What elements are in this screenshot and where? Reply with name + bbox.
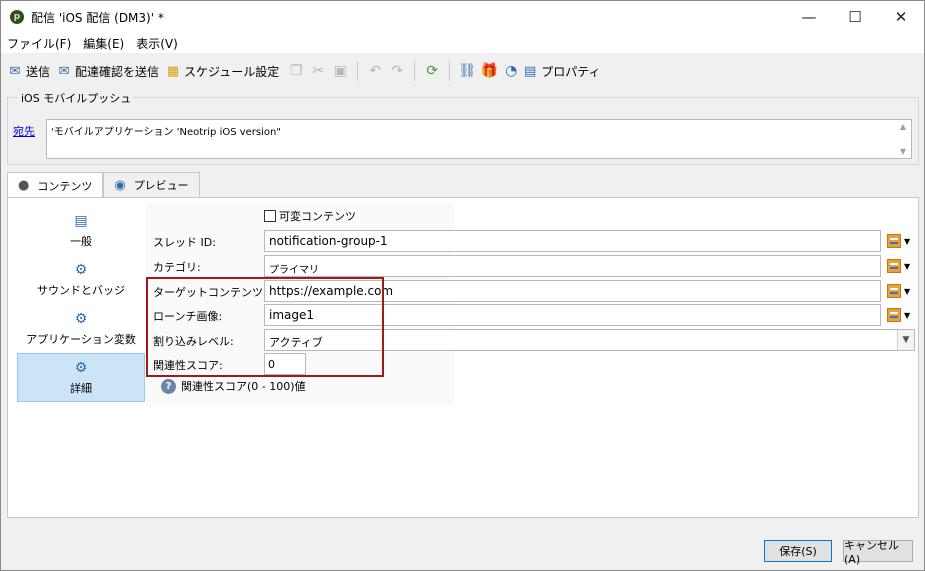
cut-icon[interactable]: ✂	[307, 61, 329, 81]
tracking-icon[interactable]: ◔	[500, 61, 522, 81]
toolbar: ✉ 送信 ✉ 配達確認を送信 ▦ スケジュール設定 ❐ ✂ ▣ ↶ ↷ ⟳ ⛓ …	[1, 56, 924, 86]
gift-icon[interactable]: 🎁	[478, 61, 500, 81]
send-proof-button[interactable]: ✉ 配達確認を送信	[56, 63, 159, 80]
paste-icon[interactable]: ▣	[329, 61, 351, 81]
undo-icon[interactable]: ↶	[364, 61, 386, 81]
gears-icon: ⚙	[74, 261, 88, 278]
personalization-icon[interactable]	[887, 284, 901, 298]
redo-icon[interactable]: ↷	[386, 61, 408, 81]
to-link[interactable]: 宛先	[13, 123, 35, 139]
category-input[interactable]: プライマリ	[264, 255, 881, 277]
toolbar-separator	[449, 61, 451, 81]
chevron-down-icon[interactable]: ▼	[904, 311, 910, 320]
question-icon: ?	[161, 378, 176, 394]
envelope-check-icon: ✉	[58, 63, 70, 79]
eye-icon: ◉	[114, 177, 126, 193]
to-scrollbar[interactable]: ▲ ▼	[895, 120, 911, 158]
clipboard-icon: ▤	[74, 212, 88, 229]
personalization-icon[interactable]	[887, 259, 901, 273]
chevron-down-icon[interactable]: ▼	[904, 237, 910, 246]
sidebar-item-app-variables[interactable]: ⚙ アプリケーション変数	[17, 304, 145, 353]
send-label: 送信	[26, 64, 51, 79]
tab-content-label: コンテンツ	[37, 179, 93, 193]
mutable-content-checkbox[interactable]: 可変コンテンツ	[264, 208, 356, 224]
sidebar-item-label: サウンドとバッジ	[37, 283, 125, 297]
clipboard-icon: ▤	[524, 63, 537, 79]
chevron-down-icon[interactable]: ▼	[904, 287, 910, 296]
calendar-icon: ▦	[166, 63, 180, 79]
gears-icon: ⚙	[74, 359, 88, 376]
sidebar: ▤ 一般 ⚙ サウンドとバッジ ⚙ アプリケーション変数 ⚙ 詳細	[17, 206, 145, 402]
envelope-icon: ✉	[9, 63, 21, 79]
mutable-content-label: 可変コンテンツ	[279, 210, 356, 223]
gears-icon: ⚙	[74, 310, 88, 327]
menu-file[interactable]: ファイル(F)	[1, 35, 77, 52]
window-title: 配信 'iOS 配信 (DM3)' *	[31, 10, 164, 25]
help-row: ? 関連性スコア(0 - 100)値	[161, 378, 306, 394]
thread-id-picker[interactable]: ▼	[887, 233, 913, 249]
menu-edit[interactable]: 編集(E)	[77, 35, 130, 52]
toolbar-separator	[414, 61, 416, 81]
cancel-button[interactable]: キャンセル(A)	[843, 539, 913, 566]
minimize-button[interactable]: —	[786, 1, 832, 32]
chevron-down-icon[interactable]: ▼	[904, 262, 910, 271]
sidebar-item-advanced[interactable]: ⚙ 詳細	[17, 353, 145, 402]
scroll-down-icon[interactable]: ▼	[900, 147, 906, 156]
content-panel: ▤ 一般 ⚙ サウンドとバッジ ⚙ アプリケーション変数 ⚙ 詳細 可変コンテン…	[7, 197, 919, 518]
sidebar-item-label: アプリケーション変数	[26, 332, 136, 346]
thread-id-input[interactable]: notification-group-1	[264, 230, 881, 252]
tab-preview-label: プレビュー	[133, 179, 189, 192]
menu-bar: ファイル(F) 編集(E) 表示(V)	[1, 33, 924, 53]
chevron-down-icon[interactable]: ▼	[897, 330, 914, 350]
personalization-icon[interactable]	[887, 234, 901, 248]
sidebar-item-general[interactable]: ▤ 一般	[17, 206, 145, 255]
thread-id-label: スレッド ID:	[153, 236, 216, 249]
highlight-box	[146, 277, 384, 377]
to-value: 'モバイルアプリケーション 'Neotrip iOS version"	[51, 127, 281, 138]
close-button[interactable]: ✕	[878, 1, 924, 32]
schedule-label: スケジュール設定	[184, 64, 280, 79]
launch-image-picker[interactable]: ▼	[887, 307, 913, 323]
tab-preview[interactable]: ◉ プレビュー	[103, 172, 200, 197]
thread-id-row: スレッド ID: notification-group-1 ▼	[146, 230, 916, 252]
checkbox-box[interactable]	[264, 210, 276, 222]
properties-label: プロパティ	[541, 64, 601, 79]
tab-content[interactable]: ● コンテンツ	[7, 172, 104, 198]
category-label: カテゴリ:	[153, 261, 201, 274]
group-label: iOS モバイルプッシュ	[18, 90, 135, 106]
title-bar: p 配信 'iOS 配信 (DM3)' * — ☐ ✕	[1, 1, 924, 33]
target-content-picker[interactable]: ▼	[887, 283, 913, 299]
main-window: p 配信 'iOS 配信 (DM3)' * — ☐ ✕ ファイル(F) 編集(E…	[0, 0, 925, 571]
send-proof-label: 配達確認を送信	[75, 64, 160, 79]
link-icon[interactable]: ⛓	[456, 61, 478, 81]
save-button[interactable]: 保存(S)	[764, 540, 832, 562]
schedule-button[interactable]: ▦ スケジュール設定	[165, 63, 279, 80]
maximize-button[interactable]: ☐	[832, 1, 878, 32]
sidebar-item-label: 詳細	[70, 381, 92, 395]
sidebar-item-label: 一般	[70, 234, 92, 248]
sidebar-item-sound-badge[interactable]: ⚙ サウンドとバッジ	[17, 255, 145, 304]
toolbar-separator	[357, 61, 359, 81]
send-button[interactable]: ✉ 送信	[7, 63, 50, 80]
personalization-icon[interactable]	[887, 308, 901, 322]
properties-button[interactable]: ▤ プロパティ	[522, 63, 600, 80]
copy-icon[interactable]: ❐	[285, 61, 307, 81]
app-icon: p	[10, 10, 24, 24]
apple-icon: ●	[18, 178, 30, 193]
menu-view[interactable]: 表示(V)	[130, 35, 184, 52]
category-picker[interactable]: ▼	[887, 258, 913, 274]
help-text: 関連性スコア(0 - 100)値	[181, 380, 306, 393]
scroll-up-icon[interactable]: ▲	[900, 122, 906, 131]
refresh-icon[interactable]: ⟳	[421, 61, 443, 81]
tab-bar: ● コンテンツ ◉ プレビュー	[7, 172, 200, 198]
to-field[interactable]: 'モバイルアプリケーション 'Neotrip iOS version" ▲ ▼	[46, 119, 912, 159]
ios-push-group: iOS モバイルプッシュ 宛先 'モバイルアプリケーション 'Neotrip i…	[7, 90, 919, 165]
category-row: カテゴリ: プライマリ ▼	[146, 255, 916, 277]
